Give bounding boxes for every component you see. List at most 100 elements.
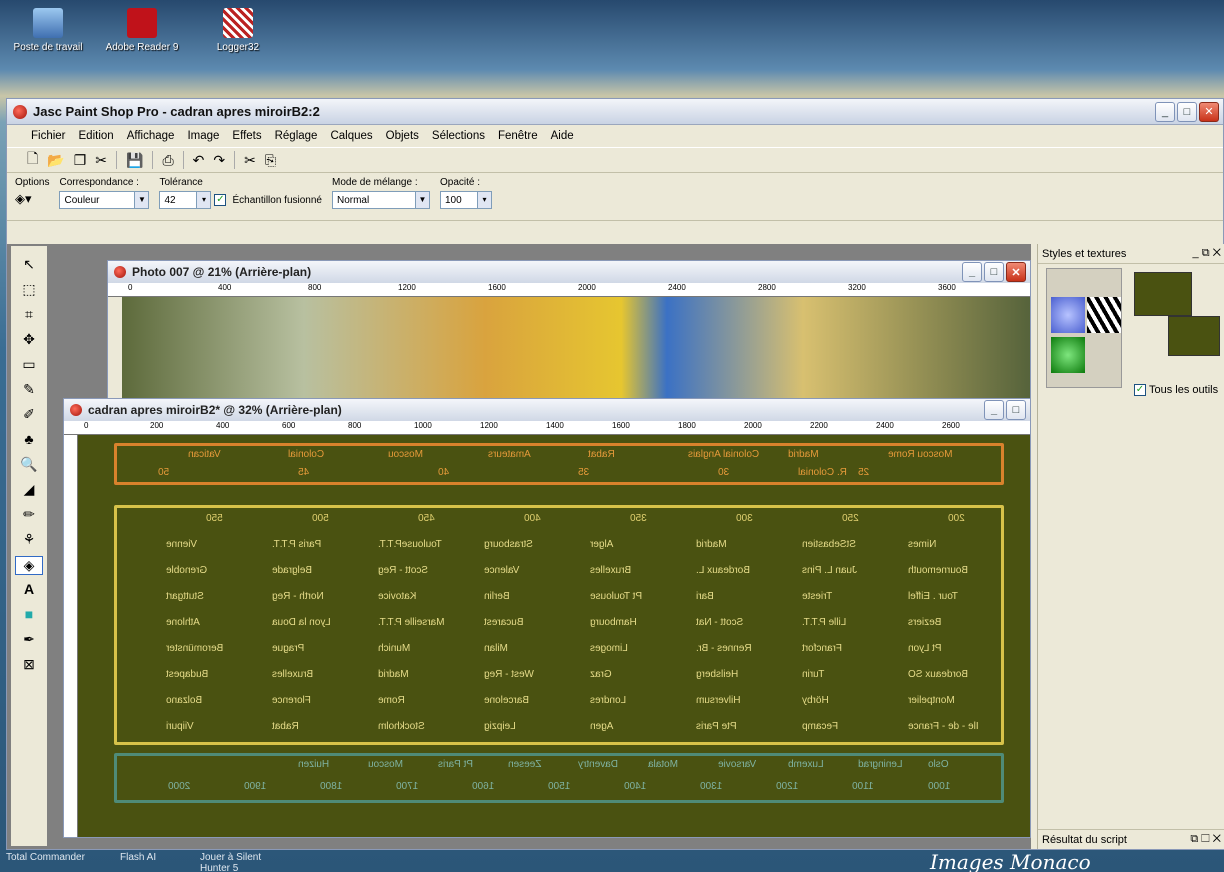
ruler-label: 800	[348, 421, 362, 430]
station-label: Grenoble	[166, 565, 208, 576]
top-band-station: Rabat	[588, 449, 615, 460]
texture-swatch[interactable]	[1051, 297, 1085, 333]
pdf-icon	[127, 8, 157, 38]
sample-merged-checkbox[interactable]: ✓	[214, 194, 227, 206]
open-file-icon[interactable]: 📂	[47, 152, 64, 169]
menu-fenetre[interactable]: Fenêtre	[498, 130, 538, 142]
menu-effets[interactable]: Effets	[232, 130, 261, 142]
match-mode-select[interactable]: Couleur ▼	[59, 191, 150, 209]
texture-swatch[interactable]	[1087, 297, 1121, 333]
dial-document-window[interactable]: cadran apres miroirB2* @ 32% (Arrière-pl…	[63, 398, 1031, 838]
blend-mode-select[interactable]: Normal ▼	[331, 191, 430, 209]
dodge-tool-icon[interactable]: ◢	[15, 481, 43, 500]
rect-tool-icon[interactable]: ▭	[15, 356, 43, 375]
texture-swatches[interactable]	[1046, 268, 1122, 388]
bottom-band-station: Varsovie	[718, 759, 757, 770]
desktop-icon-adobe-reader[interactable]: Adobe Reader 9	[100, 8, 184, 53]
texture-swatch[interactable]	[1051, 337, 1085, 373]
script-panel-title: Résultat du script	[1042, 833, 1127, 846]
picture-tube-icon[interactable]: ⚘	[15, 531, 43, 550]
photo-window-titlebar[interactable]: Photo 007 @ 21% (Arrière-plan) _ □ ✕	[108, 261, 1030, 283]
all-tools-checkbox[interactable]: ✓	[1134, 384, 1146, 396]
pen-tool-icon[interactable]: ✒	[15, 631, 43, 650]
dial-minimize-button[interactable]: _	[984, 400, 1004, 420]
script-panel-titlebar[interactable]: Résultat du script ⧉ ☐ ✕	[1038, 829, 1224, 849]
flood-fill-tool-icon[interactable]: ◈	[15, 556, 43, 575]
desktop-icon-my-computer[interactable]: Poste de travail	[8, 8, 88, 53]
dial-canvas[interactable]: Moscou Rome Madrid Colonial Anglais Rabat Am…	[78, 435, 1030, 837]
dropper-tool-icon[interactable]: ✎	[15, 381, 43, 400]
station-label: Juan L. Pins	[802, 565, 858, 576]
station-label: Limoges	[590, 643, 628, 654]
eraser-tool-icon[interactable]: ✏	[15, 506, 43, 525]
station-label: Prague	[272, 643, 305, 654]
menu-objets[interactable]: Objets	[386, 130, 419, 142]
selection-tool-icon[interactable]: ⬚	[15, 281, 43, 300]
blend-mode-label: Mode de mélange :	[331, 177, 418, 188]
fill-tool-icon[interactable]: ◈▾	[15, 191, 49, 207]
new-file-icon[interactable]: 🗋	[27, 148, 38, 172]
bottom-band-tick: 1800	[320, 781, 343, 792]
bottom-band-tick: 1300	[700, 781, 723, 792]
ruler-label: 1200	[398, 283, 416, 292]
menu-image[interactable]: Image	[187, 130, 219, 142]
photo-canvas[interactable]	[122, 297, 1030, 409]
menu-fichier[interactable]: Fichier	[31, 130, 66, 142]
cut-icon[interactable]: ✂	[244, 152, 256, 169]
redo-icon[interactable]: ↷	[213, 152, 225, 169]
pointer-tool-icon[interactable]: ↖	[15, 256, 43, 275]
menu-affichage[interactable]: Affichage	[127, 130, 175, 142]
photo-maximize-button[interactable]: □	[984, 262, 1004, 282]
main-dial-frame	[114, 505, 1004, 745]
deform-tool-icon[interactable]: ⊠	[15, 656, 43, 675]
scan-icon[interactable]: ✂	[95, 152, 107, 169]
zoom-tool-icon[interactable]: 🔍	[15, 456, 43, 475]
dial-window-titlebar[interactable]: cadran apres miroirB2* @ 32% (Arrière-pl…	[64, 399, 1030, 421]
main-scale-tick: 200	[948, 513, 965, 524]
standard-toolbar: 🗋 📂 ❐ ✂ 💾 ⎙ ↶ ↷ ✂ ⎘	[7, 147, 1223, 173]
desktop-icon-logger32[interactable]: Logger32	[208, 8, 268, 53]
foreground-color-swatch[interactable]	[1134, 272, 1192, 316]
crop-tool-icon[interactable]: ⌗	[15, 306, 43, 325]
tolerance-input[interactable]: 42 ▾	[159, 191, 212, 209]
save-icon[interactable]: 💾	[126, 152, 143, 169]
menu-selections[interactable]: Sélections	[432, 130, 485, 142]
menu-edition[interactable]: Edition	[79, 130, 114, 142]
app-titlebar[interactable]: Jasc Paint Shop Pro - cadran apres miroi…	[7, 99, 1223, 125]
desktop-icon-label: Logger32	[216, 42, 260, 53]
ruler-label: 400	[216, 421, 230, 430]
taskbar-item[interactable]: Flash AI	[120, 852, 156, 863]
photo-document-window[interactable]: Photo 007 @ 21% (Arrière-plan) _ □ ✕ 0 400 8…	[107, 260, 1031, 410]
move-tool-icon[interactable]: ✥	[15, 331, 43, 350]
minimize-button[interactable]: _	[1155, 101, 1175, 122]
station-label: Heilsberg	[696, 669, 739, 680]
background-color-swatch[interactable]	[1168, 316, 1220, 356]
print-icon[interactable]: ⎙	[162, 152, 173, 169]
maximize-button[interactable]: □	[1177, 101, 1197, 122]
taskbar-item[interactable]: Jouer à Silent Hunter 5	[200, 852, 280, 872]
station-label: Bordeaux L.	[696, 565, 750, 576]
panel-window-controls-icon[interactable]: _ ⧉ ✕	[1193, 247, 1224, 260]
close-button[interactable]: ✕	[1199, 101, 1219, 122]
photo-minimize-button[interactable]: _	[962, 262, 982, 282]
text-tool-icon[interactable]: A	[15, 581, 43, 600]
styles-panel-titlebar[interactable]: Styles et textures _ ⧉ ✕	[1038, 244, 1224, 264]
station-label: Florence	[272, 695, 311, 706]
station-label: StSebastien	[802, 539, 856, 550]
photo-close-button[interactable]: ✕	[1006, 262, 1026, 282]
menu-reglage[interactable]: Réglage	[275, 130, 318, 142]
undo-icon[interactable]: ↶	[193, 152, 205, 169]
copy-icon[interactable]: ⎘	[265, 152, 276, 169]
paint-tool-icon[interactable]: ✐	[15, 406, 43, 425]
dial-maximize-button[interactable]: □	[1006, 400, 1026, 420]
panel-window-controls-icon[interactable]: ⧉ ☐ ✕	[1190, 833, 1224, 846]
browse-icon[interactable]: ❐	[74, 152, 87, 169]
station-label: Beziers	[908, 617, 942, 628]
shape-tool-icon[interactable]: ■	[15, 606, 43, 625]
menu-calques[interactable]: Calques	[330, 130, 372, 142]
taskbar-item[interactable]: Total Commander	[6, 852, 85, 863]
station-label: ToulouseP.T.T.	[378, 539, 442, 550]
opacity-input[interactable]: 100 ▾	[439, 191, 492, 209]
menu-aide[interactable]: Aide	[551, 130, 574, 142]
clone-tool-icon[interactable]: ♣	[15, 431, 43, 450]
